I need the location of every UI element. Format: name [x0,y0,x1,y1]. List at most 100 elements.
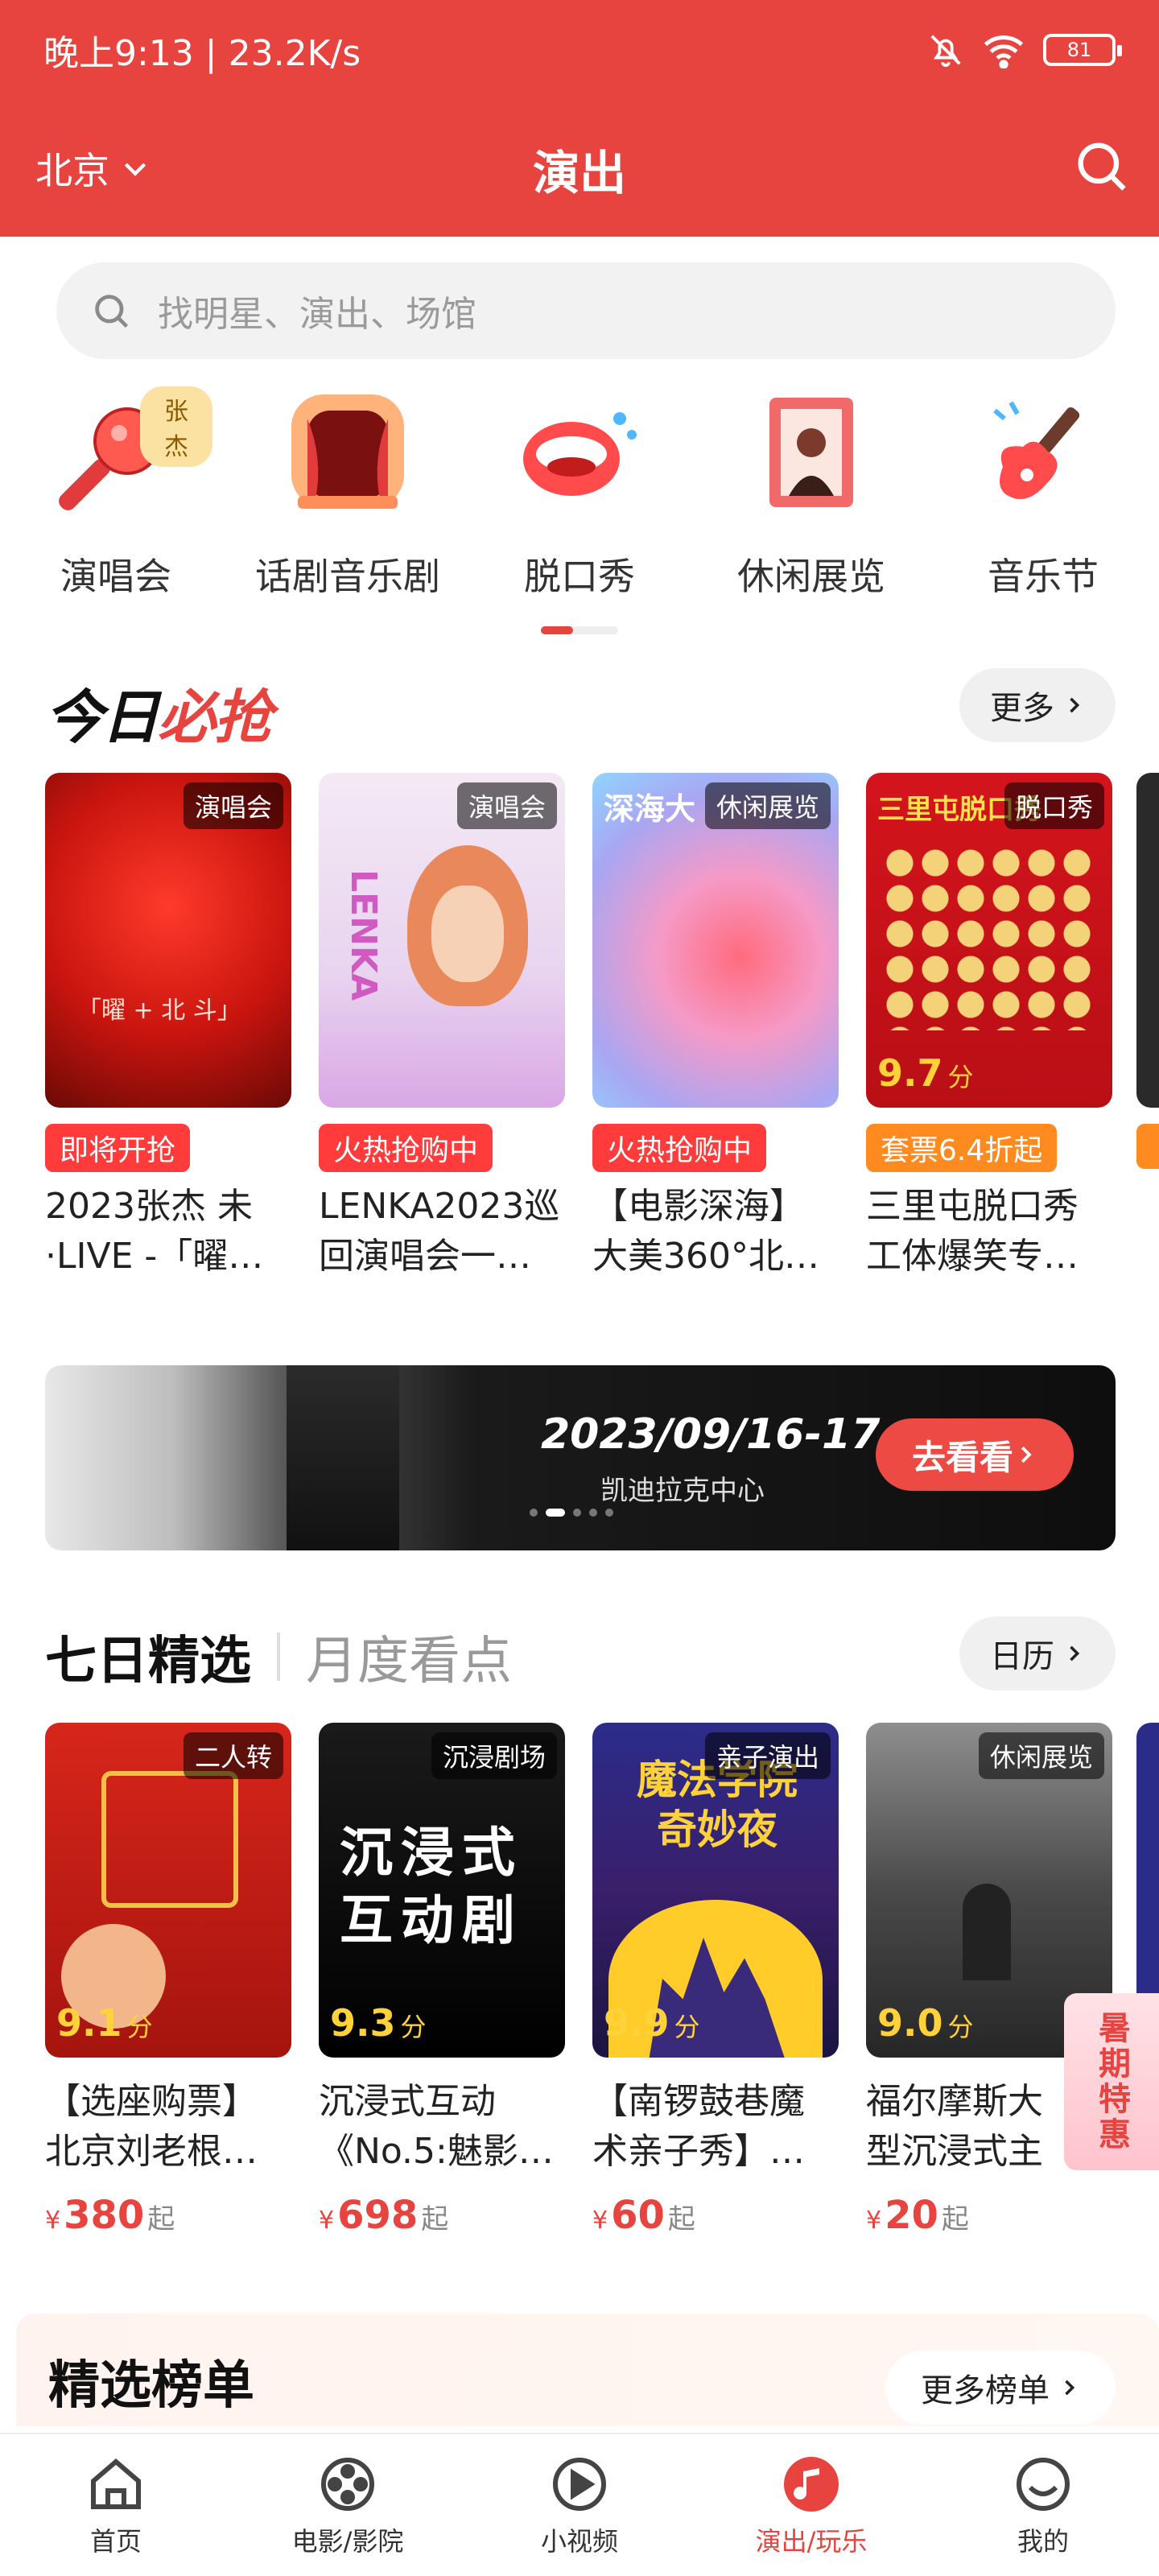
show-title: LENKA2023巡回演唱会一… [319,1186,560,1277]
show-title: 沉浸式互动《No.5:魅影… [319,2081,554,2172]
search-input[interactable]: 找明星、演出、场馆 [56,262,1116,359]
tab-short-video[interactable]: 小视频 [464,2434,695,2576]
search-button[interactable] [1070,135,1132,196]
category-tag: 亲子演出 [704,1732,831,1779]
banner-venue: 凯迪拉克中心 [600,1475,765,1507]
show-card[interactable]: 沉浸式互动剧 沉浸剧场 9.3 分 沉浸式互动《No.5:魅影… ¥698 起 [319,1723,565,2238]
chevron-right-icon [1065,2380,1075,2396]
show-card[interactable]: 二人转 9.1 分 【选座购票】北京刘老根… ¥380 起 [45,1723,291,2238]
poster-caption: 深海大 [604,791,696,827]
poster-image: 二人转 9.1 分 [45,1723,291,2058]
poster-image: 沉浸式互动剧 沉浸剧场 9.3 分 [319,1723,565,2058]
banner-date: 2023/09/16-17 [541,1410,881,1459]
category-label: 演唱会 [60,555,171,598]
summer-deal-badge[interactable]: 暑期特惠 [1064,1993,1159,2170]
tab-profile[interactable]: 我的 [927,2434,1159,2576]
category-label: 脱口秀 [524,555,635,598]
chevron-right-icon [1070,1645,1080,1662]
tab-home[interactable]: 首页 [0,2434,232,2576]
category-label: 话剧音乐剧 [255,555,440,598]
price: ¥698 起 [319,2193,449,2238]
poster-caption: 「曜 + 北 斗」 [77,997,241,1025]
category-row: 演唱会 张杰 话剧音乐剧 脱口秀 休闲展览 音乐节 [0,386,1159,612]
bottom-tab-bar: 首页 电影/影院 小视频 演出/玩乐 我的 [0,2433,1159,2576]
category-label: 休闲展览 [737,555,885,598]
show-title: 2023张杰 未·LIVE -「曜… [45,1186,264,1277]
status-bar: 晚上9:13 | 23.2K/s 81 [43,24,1122,76]
price: ¥380 起 [45,2193,175,2238]
category-standup[interactable]: 脱口秀 [483,386,676,601]
play-icon [553,2458,606,2511]
promo-banner[interactable]: 2023/09/16-17 凯迪拉克中心 去看看 [45,1365,1116,1550]
go-see-button[interactable]: 去看看 [876,1418,1074,1491]
poster-image: 魔法学院奇妙夜 亲子演出 9.9 分 [592,1723,839,2058]
rating-score: 9.9 分 [604,2001,700,2045]
category-page-indicator [541,626,618,634]
category-tag: 沉浸剧场 [431,1732,557,1779]
status-badge: 火热抢购中 [592,1124,767,1172]
price: ¥60 起 [592,2193,695,2238]
chevron-right-icon [1021,1446,1032,1463]
category-tag: 脱口秀 [1004,782,1104,829]
home-icon [91,2458,141,2509]
tab-shows[interactable]: 演出/玩乐 [695,2434,927,2576]
weekly-tabs: 七日精选 月度看点 [45,1620,512,1694]
category-tag: 演唱会 [456,782,557,829]
rating-score: 9.1 分 [56,2001,153,2045]
category-tag: 演唱会 [183,782,283,829]
show-title: 三里屯脱口秀工体爆笑专… [866,1186,1079,1277]
poster-caption: 沉浸式互动剧 [340,1822,523,1951]
film-reel-icon [321,2458,374,2511]
status-badge: 套票6.4折起 [866,1124,1058,1172]
more-button[interactable]: 更多 [959,668,1116,742]
more-rankings-button[interactable]: 更多榜单 [885,2351,1116,2425]
calendar-button[interactable]: 日历 [959,1616,1116,1690]
tab-monthly[interactable]: 月度看点 [306,1620,512,1694]
mouth-icon [515,386,644,515]
category-badge: 张杰 [140,386,212,467]
show-card[interactable]: 「曜 + 北 斗」 演唱会 即将开抢 2023张杰 未·LIVE -「曜… [45,773,291,1282]
show-card[interactable]: 魔法学院奇妙夜 亲子演出 9.9 分 【南锣鼓巷魔术亲子秀】… ¥60 起 [592,1723,839,2238]
picture-frame-icon [747,386,876,515]
show-title: 【电影深海】大美360°北… [592,1186,819,1277]
poster-caption: LENKA [343,869,384,1001]
app-header: 晚上9:13 | 23.2K/s 81 北京 演出 [0,0,1159,237]
electric-guitar-icon [979,386,1107,515]
status-badge: 火热抢购中 [319,1124,493,1172]
category-tag: 休闲展览 [978,1732,1104,1779]
poster-image: 三里屯脱口秀 脱口秀 9.7 分 [866,773,1112,1108]
section-title-today: 今日必抢 [45,683,272,751]
tab-movies[interactable]: 电影/影院 [232,2434,464,2576]
status-icons: 81 [927,31,1122,68]
poster-image: LENKA 演唱会 [319,773,565,1108]
rating-score: 9.7 分 [877,1051,974,1095]
category-label: 音乐节 [988,555,1099,598]
battery-icon: 81 [1043,34,1122,66]
status-badge-peek [1136,1124,1159,1169]
category-music-festival[interactable]: 音乐节 [947,386,1140,601]
search-icon [1078,142,1126,191]
chevron-right-icon [1070,697,1080,713]
banner-page-indicator [530,1509,613,1517]
music-note-icon [784,2457,839,2512]
poster-image: 「曜 + 北 斗」 演唱会 [45,773,291,1108]
category-tag: 休闲展览 [704,782,831,829]
wifi-icon [984,35,1024,68]
category-drama[interactable]: 话剧音乐剧 [251,386,444,601]
tab-weekly[interactable]: 七日精选 [45,1620,251,1694]
poster-image: 深海大 休闲展览 [592,773,839,1108]
search-icon [95,295,129,328]
rating-score: 9.0 分 [877,2001,974,2045]
show-title: 福尔摩斯大型沉浸式主题展… [866,2081,1043,2172]
mute-bell-icon [930,35,961,68]
category-concert[interactable]: 演唱会 张杰 [19,386,212,601]
show-card[interactable]: 深海大 休闲展览 火热抢购中 【电影深海】大美360°北… [592,773,839,1282]
status-time: 晚上9:13 | 23.2K/s [43,33,361,74]
rating-score: 9.3 分 [330,2001,427,2045]
show-card[interactable]: 三里屯脱口秀 脱口秀 9.7 分 套票6.4折起 三里屯脱口秀工体爆笑专… [866,773,1112,1282]
category-tag: 二人转 [183,1732,283,1779]
category-exhibition[interactable]: 休闲展览 [715,386,908,601]
show-card-peek[interactable] [1136,773,1159,1108]
profile-icon [1017,2458,1070,2511]
show-card[interactable]: LENKA 演唱会 火热抢购中 LENKA2023巡回演唱会一… [319,773,565,1282]
